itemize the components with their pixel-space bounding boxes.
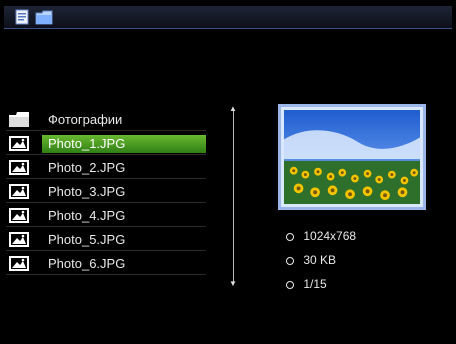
file-item[interactable]: Photo_2.JPG <box>6 158 206 179</box>
folder-item[interactable]: Фотографии <box>6 110 206 131</box>
resolution-row: 1024x768 <box>286 228 356 244</box>
folder-icon[interactable] <box>35 9 53 30</box>
folder-label: Фотографии <box>48 112 123 127</box>
file-name: Photo_3.JPG <box>48 184 126 199</box>
bullet-icon <box>286 256 294 265</box>
image-icon <box>8 159 30 176</box>
image-icon <box>8 135 30 152</box>
size-row: 30 KB <box>286 252 336 268</box>
file-item[interactable]: Photo_1.JPG <box>6 134 206 155</box>
file-item[interactable]: Photo_5.JPG <box>6 230 206 251</box>
resolution-value: 1024x768 <box>303 229 357 243</box>
file-item[interactable]: Photo_3.JPG <box>6 182 206 203</box>
file-name: Photo_1.JPG <box>42 135 206 153</box>
file-name: Photo_5.JPG <box>48 232 126 247</box>
top-toolbar <box>4 6 452 29</box>
folder-icon <box>8 111 30 128</box>
image-icon <box>8 255 30 272</box>
file-name: Photo_6.JPG <box>48 256 126 271</box>
bullet-icon <box>286 280 294 289</box>
bullet-icon <box>286 232 294 241</box>
position-row: 1/15 <box>286 276 327 292</box>
document-icon[interactable] <box>14 9 30 30</box>
file-size-value: 30 KB <box>303 253 337 267</box>
image-icon <box>8 231 30 248</box>
image-preview <box>278 104 426 210</box>
scroll-track[interactable] <box>233 111 234 283</box>
image-position-value: 1/15 <box>303 277 327 291</box>
file-name: Photo_4.JPG <box>48 208 126 223</box>
scroll-down-arrow-icon[interactable]: ▼ <box>229 280 237 288</box>
file-name: Photo_2.JPG <box>48 160 126 175</box>
image-icon <box>8 183 30 200</box>
image-icon <box>8 207 30 224</box>
scrollbar[interactable]: ▲ ▼ <box>229 105 237 288</box>
file-item[interactable]: Photo_6.JPG <box>6 254 206 275</box>
file-item[interactable]: Photo_4.JPG <box>6 206 206 227</box>
